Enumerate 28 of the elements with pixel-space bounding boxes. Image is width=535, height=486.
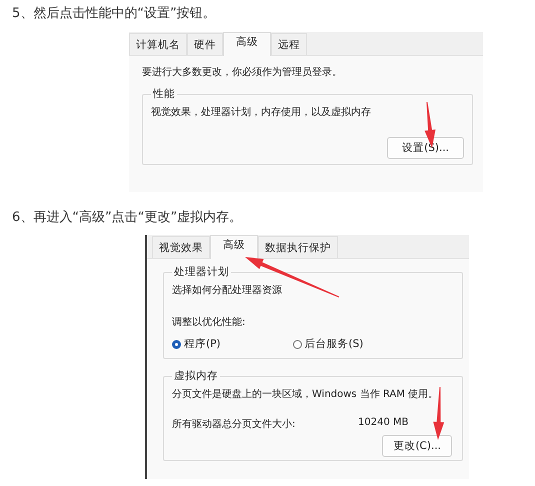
group-title: 虚拟内存 bbox=[174, 370, 218, 382]
group-description: 分页文件是硬盘上的一块区域，Windows 当作 RAM 使用。 bbox=[172, 388, 440, 401]
radio-option[interactable]: 程序(P) bbox=[172, 337, 221, 351]
step-caption: 6、再进入“高级”点击“更改”虚拟内存。 bbox=[12, 209, 244, 226]
tab[interactable]: 硬件 bbox=[187, 33, 223, 55]
total-label: 所有驱动器总分页文件大小: bbox=[172, 418, 296, 431]
radio-button[interactable] bbox=[292, 340, 302, 348]
radio-label: 后台服务(S) bbox=[304, 337, 364, 351]
tab[interactable]: 视觉效果 bbox=[152, 236, 210, 258]
notice-text: 要进行大多数更改，你必须作为管理员登录。 bbox=[142, 66, 343, 79]
total-value: 10240 MB bbox=[358, 417, 408, 430]
tab[interactable]: 高级 bbox=[210, 235, 258, 259]
group-description: 选择如何分配处理器资源 bbox=[172, 284, 283, 297]
tab[interactable]: 远程 bbox=[271, 33, 307, 55]
tab[interactable]: 数据执行保护 bbox=[258, 236, 338, 258]
radio-label: 程序(P) bbox=[184, 337, 221, 351]
radio-option[interactable]: 后台服务(S) bbox=[292, 337, 364, 351]
step-caption: 5、然后点击性能中的“设置”按钮。 bbox=[12, 5, 217, 22]
tab[interactable]: 高级 bbox=[223, 32, 271, 56]
tab[interactable]: 计算机名 bbox=[129, 33, 187, 55]
group-title: 性能 bbox=[153, 88, 175, 100]
adjust-label: 调整以优化性能: bbox=[172, 316, 246, 329]
group-title: 处理器计划 bbox=[174, 266, 229, 278]
pointer-arrow bbox=[433, 386, 444, 440]
settings-button[interactable]: 设置(S)... bbox=[387, 137, 464, 159]
group-description: 视觉效果，处理器计划，内存使用，以及虚拟内存 bbox=[151, 106, 372, 119]
radio-button[interactable] bbox=[172, 340, 181, 348]
change-button[interactable]: 更改(C)... bbox=[382, 435, 452, 457]
